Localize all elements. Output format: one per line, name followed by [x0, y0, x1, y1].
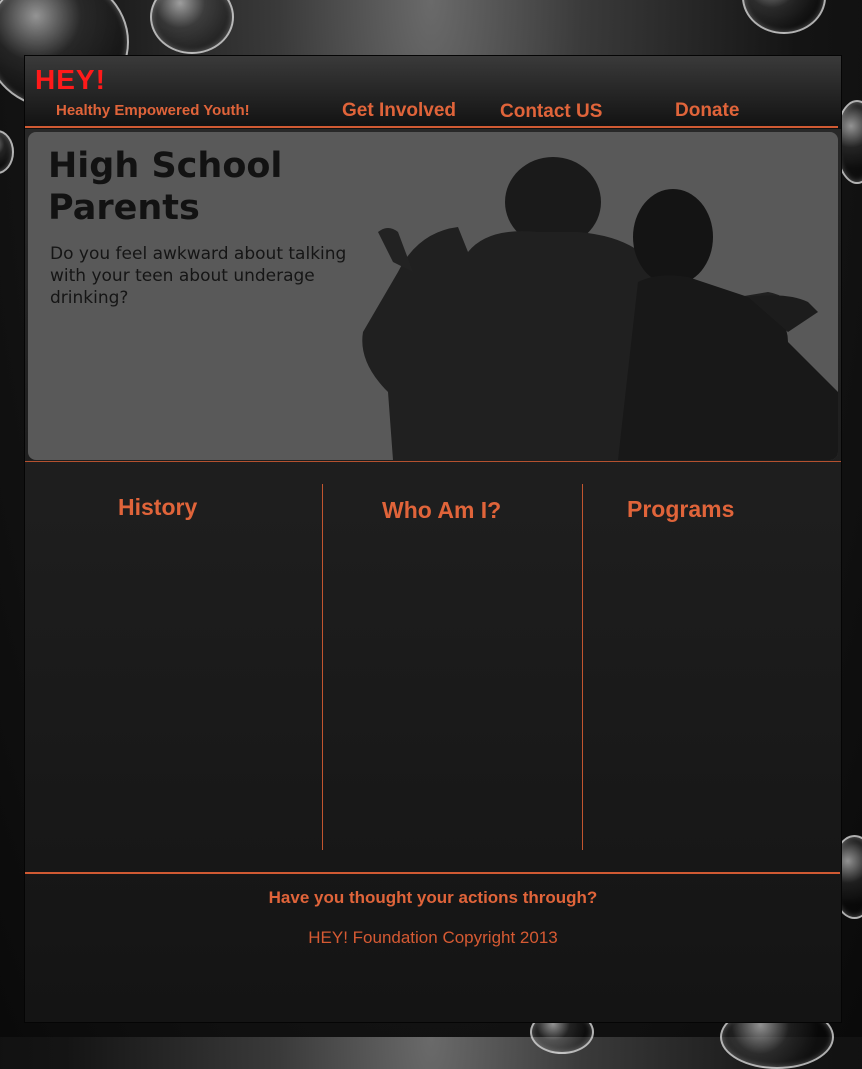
droplet-decoration	[0, 130, 14, 174]
column-divider	[322, 484, 323, 850]
header-divider	[25, 126, 838, 128]
nav-contact-us[interactable]: Contact US	[500, 101, 602, 123]
column-title-who-am-i[interactable]: Who Am I?	[382, 497, 501, 524]
site-header: HEY! Healthy Empowered Youth! Get Involv…	[25, 56, 841, 129]
footer-divider	[25, 872, 840, 874]
hero-text: Do you feel awkward about talking with y…	[50, 244, 347, 308]
footer-question: Have you thought your actions through?	[268, 888, 598, 907]
footer-copyright: HEY! Foundation Copyright 2013	[308, 928, 558, 947]
hero-divider	[25, 461, 841, 462]
hero-banner: High School Parents Do you feel awkward …	[28, 132, 838, 460]
droplet-decoration	[150, 0, 234, 54]
droplet-decoration	[742, 0, 826, 34]
parent-and-teen-photo	[362, 157, 838, 460]
site-tagline: Healthy Empowered Youth!	[56, 102, 250, 119]
site-logo[interactable]: HEY!	[35, 64, 106, 96]
column-title-programs[interactable]: Programs	[627, 496, 734, 523]
column-divider	[582, 484, 583, 850]
hero-title: High School Parents	[48, 146, 283, 228]
nav-donate[interactable]: Donate	[675, 100, 739, 122]
nav-get-involved[interactable]: Get Involved	[342, 100, 456, 122]
column-title-history[interactable]: History	[118, 494, 197, 521]
page-container: HEY! Healthy Empowered Youth! Get Involv…	[24, 55, 842, 1023]
